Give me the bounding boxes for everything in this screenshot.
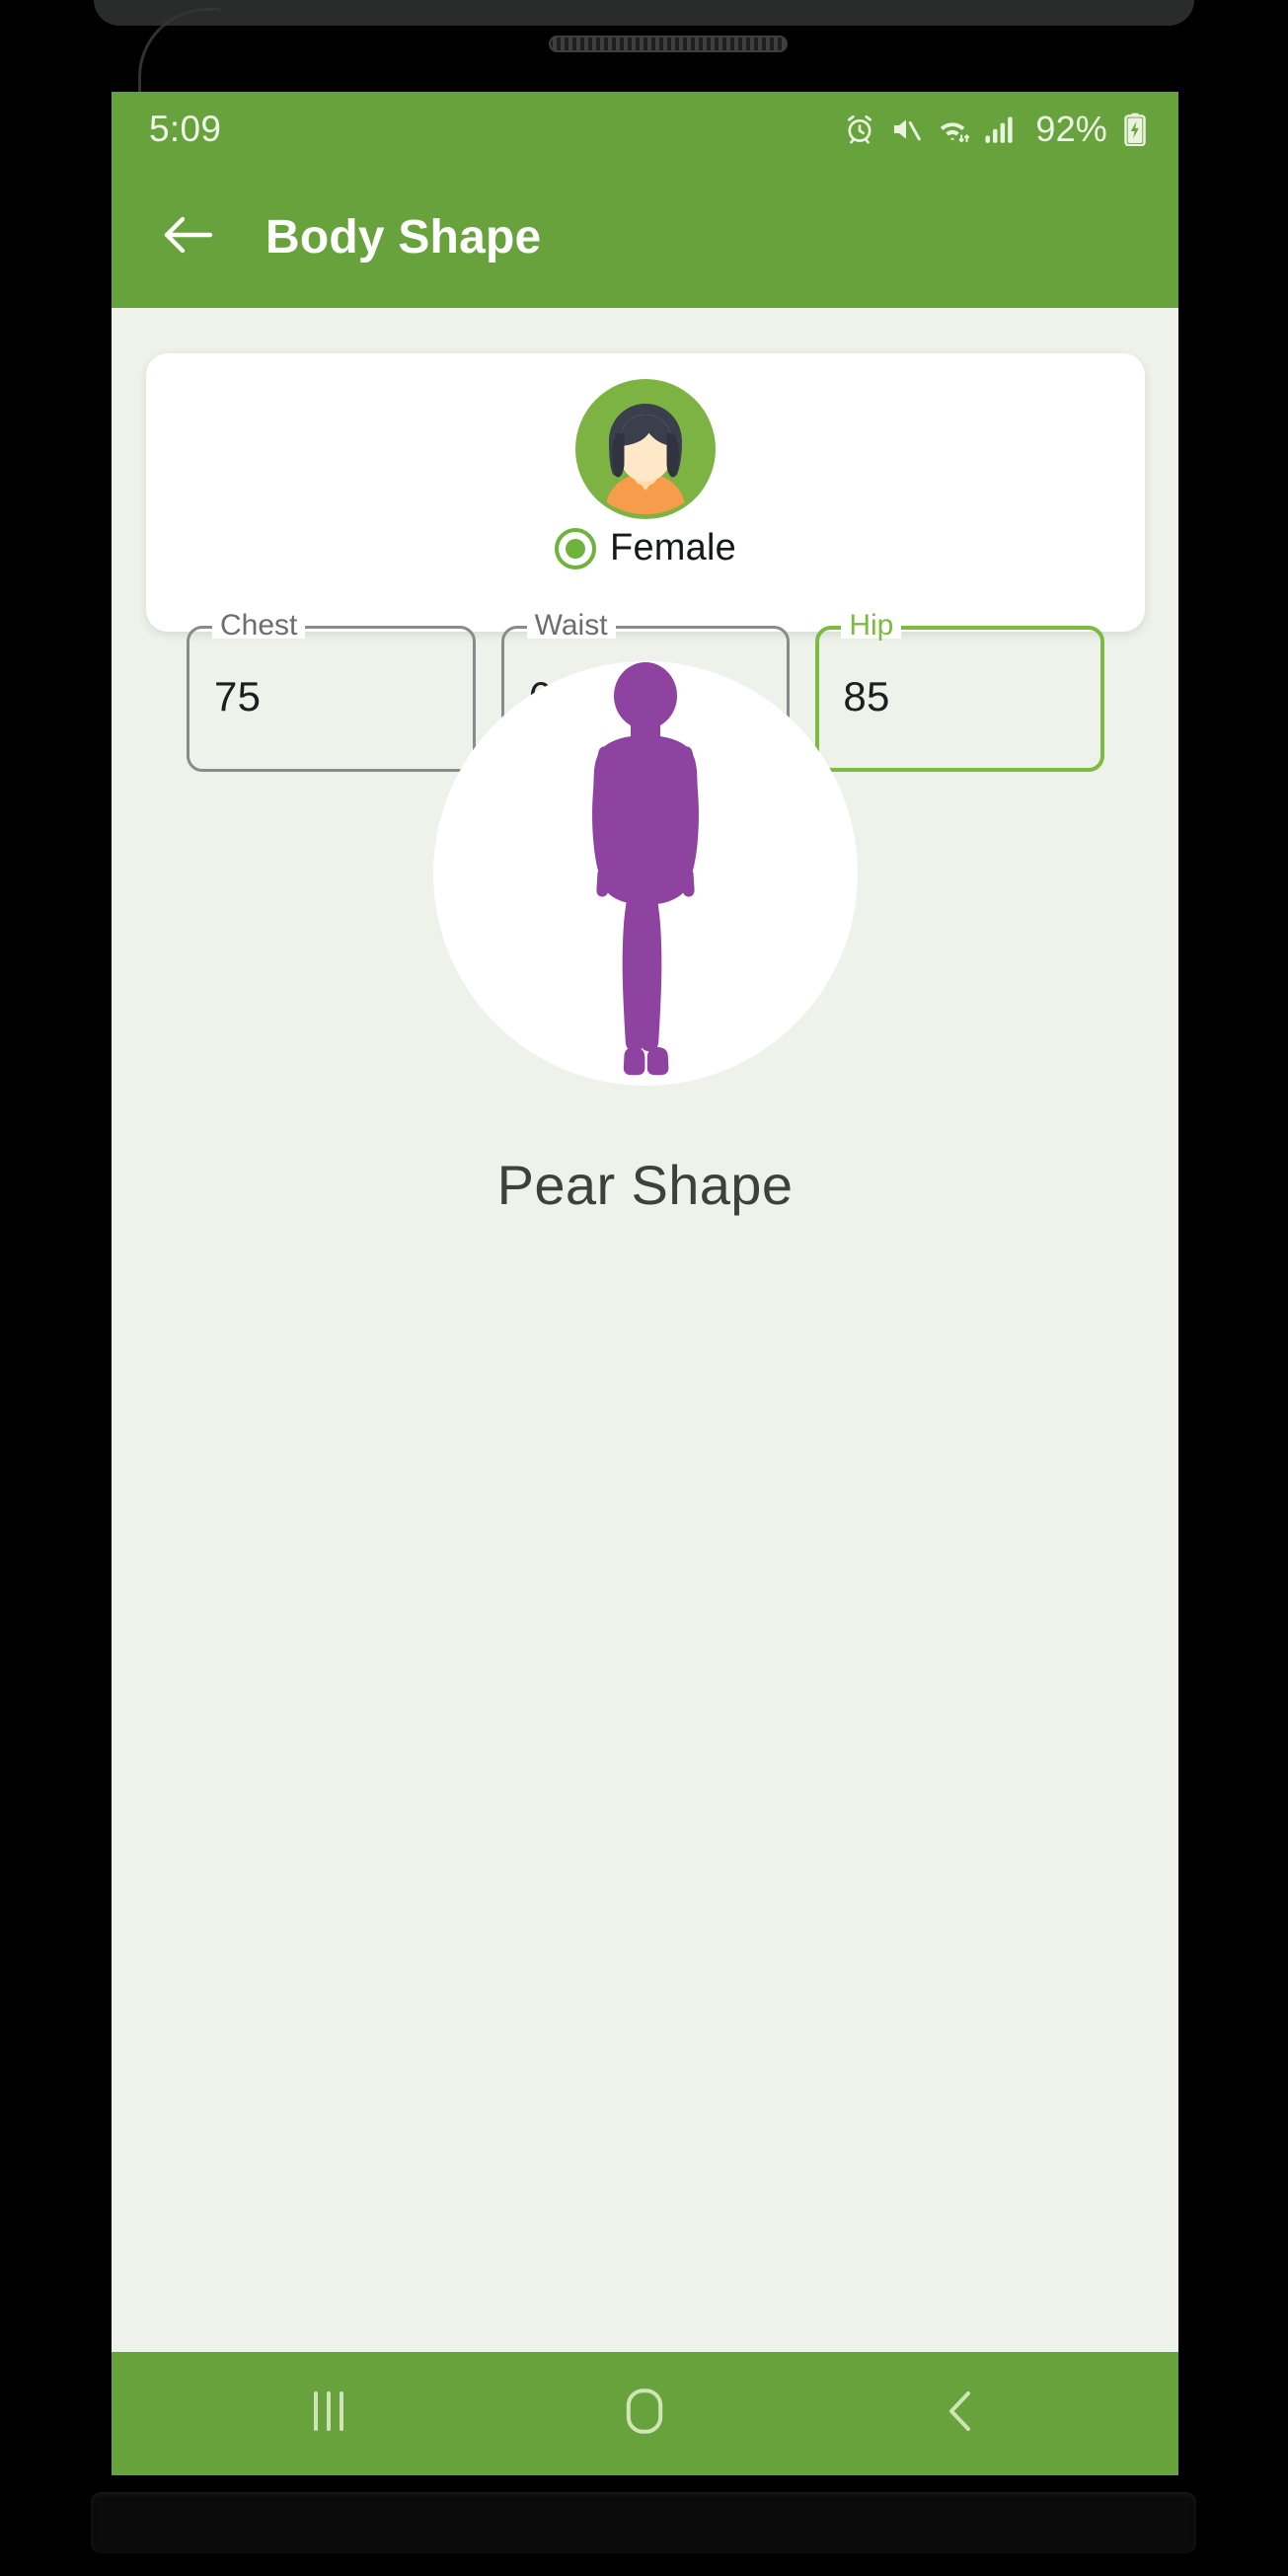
gender-selector[interactable]: Female <box>146 527 1145 569</box>
phone-frame: 5:09 92% Body Shape Female Chest 75 Wais… <box>0 0 1288 2576</box>
battery-charging-icon <box>1123 113 1147 146</box>
home-icon <box>622 2386 667 2442</box>
nav-back-button[interactable] <box>897 2360 1025 2468</box>
chest-field-value: 75 <box>214 673 262 720</box>
waist-field-label: Waist <box>526 611 616 641</box>
body-shape-result-label: Pear Shape <box>496 1154 794 1216</box>
back-arrow-button[interactable] <box>141 189 236 284</box>
earpiece-speaker <box>549 36 788 52</box>
wifi-icon <box>936 113 971 146</box>
recents-icon <box>306 2387 351 2441</box>
avatar[interactable] <box>575 379 716 519</box>
page-title: Body Shape <box>265 210 542 264</box>
hip-field-label: Hip <box>841 611 902 641</box>
phone-screen: 5:09 92% Body Shape Female Chest 75 Wais… <box>112 92 1178 2475</box>
hip-field-value: 85 <box>843 673 890 720</box>
phone-bezel-top <box>94 0 1194 26</box>
chest-field[interactable]: Chest 75 <box>187 611 476 772</box>
status-bar: 5:09 92% <box>112 92 1178 166</box>
cellular-signal-icon <box>984 114 1016 144</box>
female-body-silhouette-icon <box>591 662 699 1076</box>
gender-radio-female[interactable] <box>555 527 597 569</box>
mute-icon <box>889 113 923 146</box>
battery-percent-label: 92% <box>1035 108 1107 149</box>
status-clock: 5:09 <box>149 108 222 149</box>
phone-bezel-bottom <box>91 2492 1196 2553</box>
alarm-icon <box>843 113 876 146</box>
hip-field[interactable]: Hip 85 <box>815 611 1105 772</box>
android-nav-bar <box>112 2352 1178 2475</box>
chest-field-label: Chest <box>212 611 306 641</box>
app-bar: Body Shape <box>112 166 1178 308</box>
measurement-card: Female Chest 75 Waist 60 Hip 85 <box>146 353 1145 772</box>
gender-label-female: Female <box>610 527 736 568</box>
radio-inner-dot <box>566 538 586 559</box>
recents-button[interactable] <box>265 2360 393 2468</box>
status-icon-group: 92% <box>843 109 1147 150</box>
nav-back-icon <box>940 2387 983 2441</box>
back-arrow-icon <box>161 213 216 262</box>
body-shape-illustration <box>432 661 858 1086</box>
home-button[interactable] <box>580 2360 709 2468</box>
